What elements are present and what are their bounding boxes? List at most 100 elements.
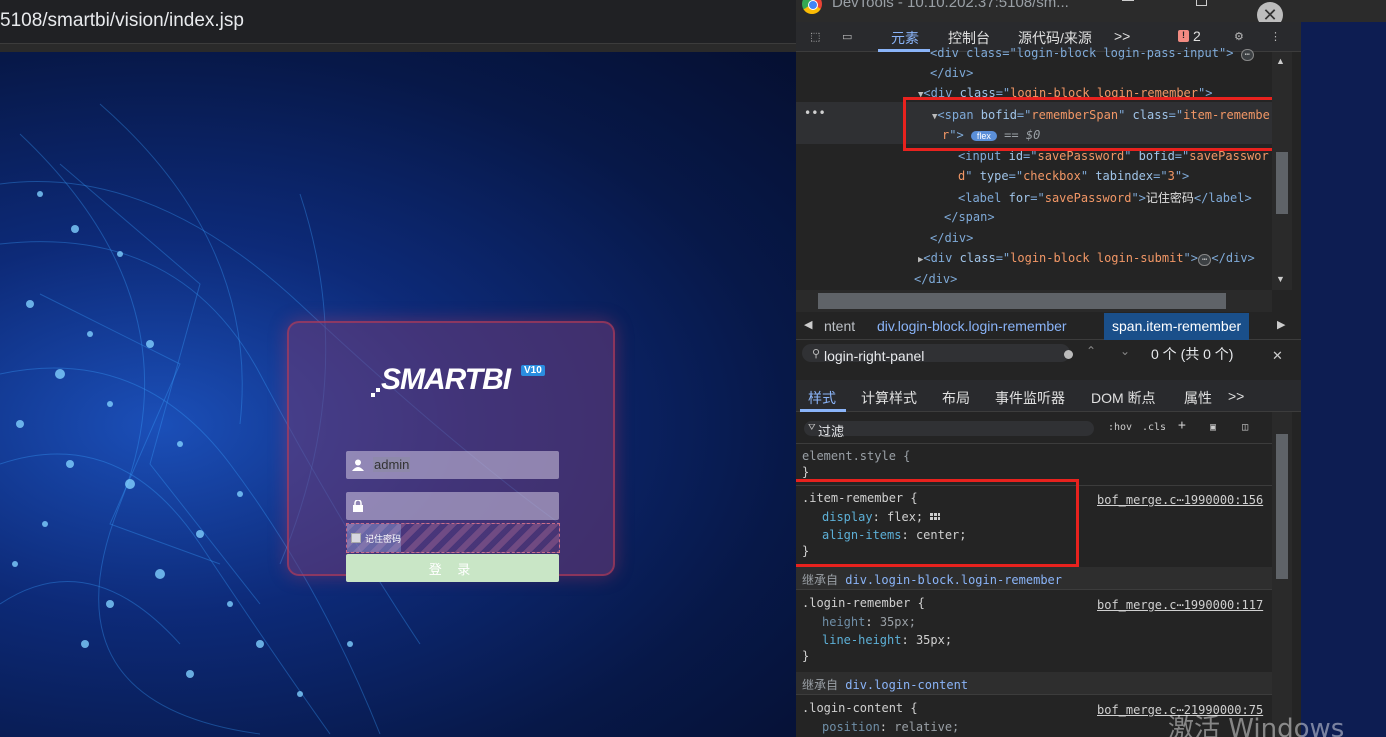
search-result-count: 0 个 (共 0 个) <box>1151 346 1234 362</box>
element-style-selector[interactable]: element.style { <box>802 449 910 463</box>
filter-label[interactable]: 过滤 <box>818 421 844 440</box>
styles-pane[interactable]: element.style { } .item-remember { bof_m… <box>796 445 1272 737</box>
login-page: SMARTBI V10 admin 记住密码 登 录 <box>0 44 796 737</box>
dom-line-input-cont[interactable]: d" type="checkbox" tabindex="3"> <box>958 169 1189 183</box>
close-brace: } <box>802 465 810 479</box>
filter-icon: ⛛ <box>808 422 816 432</box>
search-icon: ⚲ <box>812 348 821 360</box>
more-style-tabs-button[interactable]: >> <box>1228 388 1244 404</box>
breadcrumb-right-icon[interactable]: ▶ <box>1277 318 1285 331</box>
breadcrumb-item[interactable]: ntent <box>824 318 855 334</box>
dom-line-label[interactable]: <label for="savePassword">记住密码</label> <box>958 189 1252 206</box>
version-badge: V10 <box>521 365 545 376</box>
scroll-thumb[interactable] <box>1276 152 1288 214</box>
username-value[interactable]: admin <box>373 457 411 472</box>
remember-checkbox[interactable] <box>351 533 361 543</box>
tab-computed[interactable]: 计算样式 <box>861 388 917 408</box>
dom-line-close-div[interactable]: </div> <box>930 66 973 80</box>
close-search-icon[interactable]: ✕ <box>1272 348 1283 364</box>
rule-login-content-selector[interactable]: .login-content { <box>802 701 918 715</box>
ellipsis-badge: ⋯ <box>1240 49 1255 61</box>
smartbi-logo: SMARTBI V10 <box>371 363 551 397</box>
inherited-from-label: 继承自 div.login-block.login-remember <box>802 573 1062 587</box>
dom-breadcrumb: ◀ ntent div.login-block.login-remember s… <box>796 313 1301 340</box>
dom-line-input[interactable]: <input id="savePassword" bofid="savePass… <box>958 149 1269 163</box>
hscroll-thumb[interactable] <box>818 293 1226 309</box>
computed-toggle-icon[interactable]: ▣ <box>1210 422 1216 433</box>
desktop-background-strip <box>1301 0 1386 737</box>
logo-mark-icon <box>371 385 381 397</box>
styles-filter-bar: ⛛ 过滤 :hov .cls + ▣ ◫ <box>796 412 1272 444</box>
windows-activation-watermark: 激活 Windows <box>1168 714 1345 737</box>
breadcrumb-item[interactable]: div.login-block.login-remember <box>877 318 1067 334</box>
styles-scroll-thumb[interactable] <box>1276 434 1288 579</box>
annotation-highlight-rule <box>796 479 1079 567</box>
tab-styles[interactable]: 样式 <box>808 388 836 408</box>
login-button[interactable]: 登 录 <box>346 554 559 582</box>
inherited-from-label: 继承自 div.login-content <box>802 678 969 692</box>
more-tabs-button[interactable]: >> <box>1114 28 1130 44</box>
breadcrumb-left-icon[interactable]: ◀ <box>804 318 812 331</box>
search-next-icon[interactable]: ⌄ <box>1120 344 1130 358</box>
address-bar[interactable]: 5108/smartbi/vision/index.jsp <box>0 0 796 44</box>
tab-layout[interactable]: 布局 <box>942 388 970 408</box>
rule-separator <box>796 589 1272 590</box>
close-brace: } <box>802 649 810 663</box>
ellipsis-badge-2: ⋯ <box>1198 254 1212 266</box>
dom-line-submit-div[interactable]: ▶<div class="login-block login-submit"> ⋯… <box>918 251 1255 266</box>
tab-dom-breakpoints[interactable]: DOM 断点 <box>1091 388 1156 408</box>
dom-line-close-div2[interactable]: </div> <box>930 231 973 245</box>
issues-count[interactable]: 2 <box>1193 28 1201 44</box>
tab-sources[interactable]: 源代码/来源 <box>1018 28 1092 48</box>
search-query[interactable]: login-right-panel <box>824 348 924 364</box>
tab-console[interactable]: 控制台 <box>948 28 990 48</box>
dom-vertical-scrollbar[interactable]: ▲ ▼ <box>1272 52 1292 290</box>
dom-gutter-dots[interactable]: ••• <box>804 106 826 120</box>
css-prop-line-height[interactable]: line-height: 35px; <box>822 633 952 647</box>
hov-toggle[interactable]: :hov <box>1108 422 1132 433</box>
tab-event-listeners[interactable]: 事件监听器 <box>995 388 1065 408</box>
dom-line-pass-input[interactable]: <div class="login-block login-pass-input… <box>930 46 1255 61</box>
url-text[interactable]: 5108/smartbi/vision/index.jsp <box>0 10 244 32</box>
inspect-element-icon[interactable]: ⬚ <box>810 30 824 44</box>
styles-tabbar: 样式 计算样式 布局 事件监听器 DOM 断点 属性 >> <box>796 380 1301 412</box>
dom-horizontal-scrollbar[interactable] <box>796 290 1272 312</box>
rule-login-remember-source[interactable]: bof_merge.c⋯1990000:117 <box>1097 598 1263 612</box>
elements-dom-tree[interactable]: <div class="login-block login-pass-input… <box>796 46 1283 290</box>
sidebar-toggle-icon[interactable]: ◫ <box>1242 422 1248 433</box>
styles-scrollbar[interactable] <box>1272 412 1292 737</box>
username-field[interactable]: admin <box>346 451 559 479</box>
rule-item-remember-source[interactable]: bof_merge.c⋯1990000:156 <box>1097 493 1263 507</box>
devtools-title: DevTools - 10.10.202.37:5108/sm... <box>832 0 1069 11</box>
devtools-titlebar: DevTools - 10.10.202.37:5108/sm... <box>796 0 1386 22</box>
filter-input[interactable]: ⛛ 过滤 <box>804 421 1094 439</box>
css-prop-position[interactable]: position: relative; <box>822 720 959 734</box>
kebab-menu-icon[interactable]: ⋮ <box>1270 30 1284 44</box>
scroll-up-icon[interactable]: ▲ <box>1276 56 1285 66</box>
tab-elements[interactable]: 元素 <box>891 28 919 48</box>
search-prev-icon[interactable]: ⌃ <box>1086 344 1096 358</box>
device-toolbar-icon[interactable]: ▭ <box>842 30 856 44</box>
minimize-icon[interactable] <box>1122 0 1134 1</box>
clear-search-icon[interactable] <box>1064 350 1073 359</box>
settings-gear-icon[interactable]: ⚙ <box>1234 30 1248 44</box>
lock-icon <box>346 492 370 520</box>
remember-label[interactable]: 记住密码 <box>365 532 401 545</box>
dom-line-close-div3[interactable]: </div> <box>914 272 957 286</box>
dom-line-close-span[interactable]: </span> <box>944 210 995 224</box>
rule-login-remember-selector[interactable]: .login-remember { <box>802 596 925 610</box>
maximize-icon[interactable] <box>1196 0 1207 6</box>
scroll-down-icon[interactable]: ▼ <box>1276 274 1285 284</box>
remember-password-row[interactable]: 记住密码 <box>346 523 560 553</box>
new-rule-button[interactable]: + <box>1178 418 1186 433</box>
css-prop-height[interactable]: height: 35px; <box>822 615 916 629</box>
user-icon <box>346 451 370 479</box>
issues-icon[interactable]: ! <box>1178 30 1189 42</box>
search-input[interactable]: ⚲ login-right-panel <box>802 344 1073 364</box>
devtools-window: DevTools - 10.10.202.37:5108/sm... ✕ ⬚ ▭… <box>796 0 1386 737</box>
password-field[interactable] <box>346 492 559 520</box>
tab-properties[interactable]: 属性 <box>1184 388 1212 408</box>
rule-separator <box>796 694 1272 695</box>
cls-toggle[interactable]: .cls <box>1142 422 1166 433</box>
breadcrumb-item-active[interactable]: span.item-remember <box>1104 313 1250 340</box>
